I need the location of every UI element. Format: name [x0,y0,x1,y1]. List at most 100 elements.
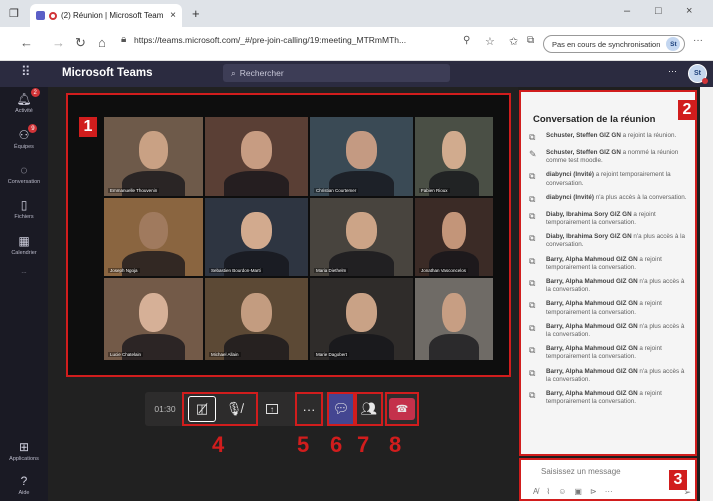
rail-item-2[interactable]: ⚇ 9 Équipes [0,124,48,150]
back-icon[interactable]: ← [20,35,33,50]
rail-item-label: Équipes [14,144,34,150]
tab-actions-icon[interactable]: ❐ [9,7,19,20]
new-tab-button[interactable]: + [192,6,200,21]
join-icon: ⧉ [529,345,536,356]
join-icon: ⧉ [529,390,536,401]
rail-item-3[interactable]: ◌ Conversation [0,163,48,185]
video-gallery: Emmanuelle Thouvenin Christian Courtemer F… [66,93,511,377]
participant-video-tile[interactable] [415,278,493,360]
more-options-icon[interactable]: ··· [605,487,613,496]
maximize-button[interactable]: □ [655,5,662,17]
chat-event-body: a rejoint la réunion. [622,132,677,139]
chat-event-item: ⧉ Barry, Alpha Mahmoud GIZ GN n'a plus ac… [529,368,691,384]
chat-event-text: Barry, Alpha Mahmoud GIZ GN n'a plus acc… [546,278,691,294]
participant-face [346,292,377,333]
camera-off-button[interactable]: ◫̸ [188,396,216,422]
search-input[interactable]: ⌕ Rechercher [223,64,450,82]
window-close-button[interactable]: × [686,5,692,17]
rail-item-8[interactable]: ? Aide [0,474,48,496]
participant-video-tile[interactable]: Lucie Chatelain [104,278,203,360]
chat-event-text: Barry, Alpha Mahmoud GIZ GN n'a plus acc… [546,368,691,384]
minimize-button[interactable]: – [624,5,630,17]
chat-event-item: ⧉ diabynci (Invité) a rejoint temporairem… [529,171,691,187]
address-bar[interactable]: https://teams.microsoft.com/_#/pre-join-… [134,35,406,45]
hangup-button[interactable]: ☎︎ [389,398,415,420]
sync-status-button[interactable]: Pas en cours de synchronisation St [543,35,685,53]
home-icon[interactable]: ⌂ [98,35,106,50]
chat-event-text: Schuster, Steffen GIZ GN a rejoint la ré… [546,132,676,143]
settings-more-icon[interactable]: ··· [668,66,677,76]
rail-item-5[interactable]: ▦ Calendrier [0,234,48,256]
rail-item-label: Aide [18,490,30,496]
participant-face [442,212,466,250]
chat-event-author: Barry, Alpha Mahmoud GIZ GN [546,300,638,308]
join-icon: ⧉ [529,132,536,142]
rail-item-4[interactable]: ▯ Fichiers [0,198,48,220]
attach-icon[interactable]: ⌇ [546,487,550,496]
join-icon: ⧉ [529,322,536,333]
apps-icon: ⊞ [18,440,30,454]
participant-name: Jonathan Vasconcelos [419,268,468,273]
search-placeholder: Rechercher [239,68,284,78]
tab-close-icon[interactable]: × [170,10,176,21]
participant-face [442,292,466,333]
help-icon: ? [20,474,28,488]
rail-item-6[interactable]: ··· [0,270,48,276]
search-icon: ⌕ [231,67,236,78]
teams-icon: ⚇ 9 [19,124,38,142]
chat-event-item: ⧉ Diaby, Ibrahima Sory GIZ GN a rejoint t… [529,211,691,227]
participant-video-tile[interactable]: Joseph Ngoja [104,198,203,276]
emoji-icon[interactable]: ☺ [558,487,566,496]
chat-event-author: Barry, Alpha Mahmoud GIZ GN [546,390,638,398]
participant-name: Emmanuelle Thouvenin [108,188,160,193]
mic-off-button[interactable]: 🎙︎̸ [216,401,252,417]
chat-title: Conversation de la réunion [533,114,656,125]
favorites-bar-icon[interactable]: ✩ [509,35,518,48]
sync-label: Pas en cours de synchronisation [552,39,661,49]
browser-menu-icon[interactable]: ··· [693,35,703,46]
annotation-marker-6: 6 [330,432,343,457]
participant-video-tile[interactable]: Christian Courtemer [310,117,413,196]
lock-icon: 🔒︎ [121,34,127,45]
format-icon[interactable]: A̸ [533,487,538,496]
participant-video-tile[interactable]: Jonathan Vasconcelos [415,198,493,276]
sticker-icon[interactable]: ⊳ [590,487,597,496]
join-icon: ⧉ [529,210,536,221]
participant-video-tile[interactable]: Sebastien Bourdon-Marti [205,198,308,276]
chat-event-text: diabynci (Invité) n'a plus accès à la co… [546,194,687,205]
join-icon: ⧉ [529,367,536,378]
camera-off-icon: ◫̸ [195,401,209,416]
rail-item-label: Activité [15,108,33,114]
participants-button[interactable]: 👥︎ [355,392,383,426]
chat-event-text: Diaby, Ibrahima Sory GIZ GN a rejoint te… [546,211,691,227]
chat-event-item: ⧉ Barry, Alpha Mahmoud GIZ GN a rejoint t… [529,345,691,361]
collections-icon[interactable]: ⧉ [527,35,534,46]
chat-event-author: Diaby, Ibrahima Sory GIZ GN [546,210,632,218]
forward-icon[interactable]: → [52,35,65,50]
participant-video-tile[interactable]: Marie Dagobert [310,278,413,360]
participant-video-tile[interactable]: Fabien Rioux [415,117,493,196]
reload-icon[interactable]: ↻ [75,35,86,51]
participant-video-tile[interactable]: Emmanuelle Thouvenin [104,117,203,196]
rail-item-7[interactable]: ⊞ Applications [0,440,48,462]
browser-tab[interactable]: (2) Réunion | Microsoft Team × [30,4,182,27]
rail-item-1[interactable]: 🔔︎ 2 Activité [0,88,48,114]
app-launcher-icon[interactable]: ⠿ [21,64,31,80]
gif-icon[interactable]: ▣ [574,487,582,496]
mic-permission-icon[interactable]: ⚲ [463,35,470,46]
share-button[interactable]: ↑ [261,392,283,426]
calendar-icon: ▦ [18,234,30,248]
participant-face [138,131,169,170]
more-actions-button[interactable]: ··· [295,392,323,426]
notification-badge: 9 [28,124,38,133]
annotation-marker-4: 4 [212,432,225,457]
participant-body [429,333,479,360]
favorite-icon[interactable]: ☆ [485,35,495,48]
participant-video-tile[interactable]: Maria Diethelm [310,198,413,276]
participant-name: Maria Diethelm [314,268,349,273]
participant-video-tile[interactable] [205,117,308,196]
join-icon: ⧉ [529,255,536,266]
chat-toggle-button[interactable]: 💬︎ [327,392,355,426]
participant-name: Joseph Ngoja [108,268,140,273]
participant-video-tile[interactable]: Michael Allain [205,278,308,360]
